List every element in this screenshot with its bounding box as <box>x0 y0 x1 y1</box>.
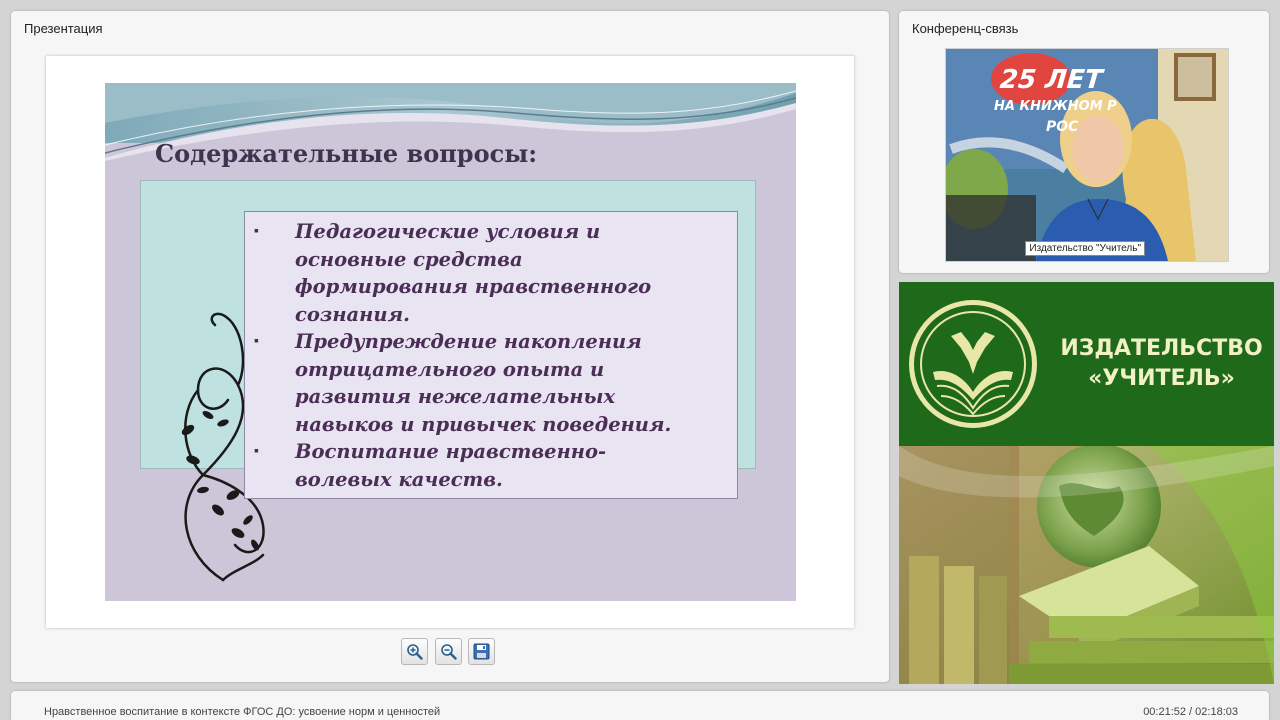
playback-time: 00:21:52 / 02:18:03 <box>1143 706 1238 718</box>
conference-panel-title: Конференц-связь <box>912 21 1019 36</box>
poster-text-line3: РОС <box>1046 119 1079 135</box>
slide-bullet-text: Воспитание нравственно- волевых качеств. <box>295 440 607 491</box>
presentation-panel-title: Презентация <box>24 21 103 36</box>
course-title: Нравственное воспитание в контексте ФГОС… <box>44 706 441 718</box>
brand-name-line2: «УЧИТЕЛЬ» <box>1088 366 1235 391</box>
slide-heading: Содержательные вопросы: <box>155 139 538 168</box>
save-icon <box>473 643 490 660</box>
slide: Содержательные вопросы: ▪ Педагогические… <box>105 83 796 601</box>
slide-bullet-text: Предупреждение накопления отрицательного… <box>295 330 672 436</box>
poster-text-line2: НА КНИЖНОМ Р <box>994 99 1117 114</box>
presentation-panel: Презентация Содержательные вопросы: ▪ Пе… <box>11 11 889 682</box>
zoom-in-button[interactable] <box>401 638 428 665</box>
slide-bullet-item: ▪ Педагогические условия и основные сред… <box>245 218 715 328</box>
books-globe-image <box>899 444 1274 684</box>
publisher-logo-icon <box>909 300 1037 428</box>
zoom-in-icon <box>407 644 423 660</box>
video-feed[interactable]: 25 ЛЕТ НА КНИЖНОМ Р РОС Издательство "Уч… <box>945 48 1229 262</box>
save-button[interactable] <box>468 638 495 665</box>
brand-name-line1: ИЗДАТЕЛЬСТВО <box>1060 336 1263 361</box>
poster-text-25: 25 ЛЕТ <box>998 65 1104 95</box>
zoom-out-icon <box>441 644 457 660</box>
bullet-marker-icon: ▪ <box>254 442 259 458</box>
slide-bullet-item: ▪ Воспитание нравственно- волевых качест… <box>245 438 715 493</box>
slide-frame: Содержательные вопросы: ▪ Педагогические… <box>46 56 854 628</box>
slide-bullet-item: ▪ Предупреждение накопления отрицательно… <box>245 328 715 438</box>
slide-bullet-text: Педагогические условия и основные средст… <box>295 220 652 326</box>
slide-content-box: ▪ Педагогические условия и основные сред… <box>244 211 738 499</box>
slide-bullet-list: ▪ Педагогические условия и основные сред… <box>245 218 715 493</box>
brand-books-image <box>899 444 1274 684</box>
conference-panel: Конференц-связь 25 ЛЕТ НА КНИЖНОМ Р РОС … <box>899 11 1269 273</box>
publisher-branding: ИЗДАТЕЛЬСТВО «УЧИТЕЛЬ» <box>899 282 1274 684</box>
bullet-marker-icon: ▪ <box>254 332 259 348</box>
bullet-marker-icon: ▪ <box>254 222 259 238</box>
brand-name: ИЗДАТЕЛЬСТВО «УЧИТЕЛЬ» <box>1059 334 1264 394</box>
video-caption: Издательство "Учитель" <box>1025 241 1145 256</box>
status-bar: Нравственное воспитание в контексте ФГОС… <box>11 691 1269 720</box>
zoom-out-button[interactable] <box>435 638 462 665</box>
brand-header: ИЗДАТЕЛЬСТВО «УЧИТЕЛЬ» <box>899 282 1274 446</box>
